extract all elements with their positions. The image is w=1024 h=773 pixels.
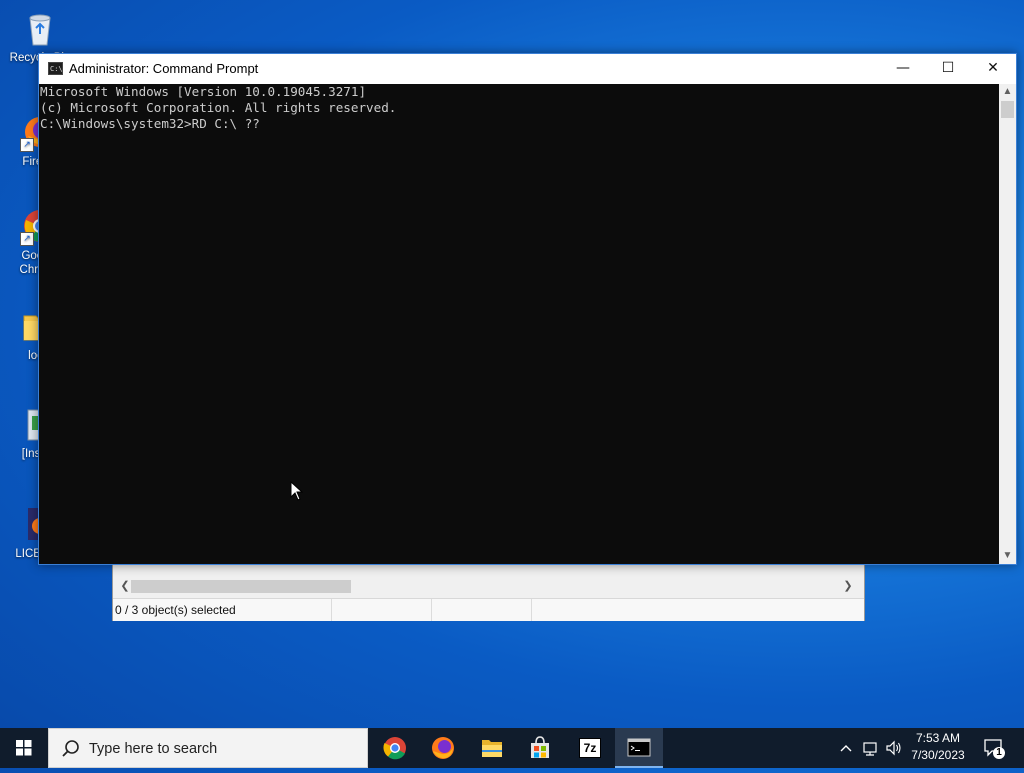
store-icon	[531, 736, 549, 758]
minimize-icon: —	[896, 60, 910, 76]
taskbar-firefox[interactable]	[419, 728, 467, 768]
maximize-button[interactable]: ☐	[925, 54, 971, 84]
network-icon[interactable]	[861, 738, 881, 758]
close-icon: ✕	[987, 60, 999, 76]
7zip-icon: 7z	[579, 738, 601, 758]
cmd-icon	[627, 738, 651, 757]
command-prompt-window[interactable]: C:\ Administrator: Command Prompt — ☐ ✕ …	[38, 53, 1017, 565]
7zip-label: 7z	[583, 741, 597, 755]
scroll-right-icon[interactable]: ❯	[840, 577, 856, 595]
taskbar-chrome[interactable]	[371, 728, 419, 768]
console-line: Microsoft Windows [Version 10.0.19045.32…	[40, 84, 367, 99]
show-hidden-icons-chevron-icon[interactable]	[836, 738, 856, 758]
scroll-up-icon[interactable]: ▲	[999, 84, 1016, 100]
start-button[interactable]	[0, 728, 48, 768]
status-cell	[432, 599, 532, 621]
scroll-down-icon[interactable]: ▼	[999, 548, 1016, 564]
selection-status-text: 0 / 3 object(s) selected	[115, 603, 236, 617]
console-prompt-line: C:\Windows\system32>RD C:\ ??	[40, 116, 260, 131]
vertical-scrollbar[interactable]: ▲ ▼	[999, 84, 1016, 564]
status-cell	[332, 599, 432, 621]
search-icon	[61, 739, 81, 759]
mouse-cursor-icon	[290, 480, 304, 501]
status-cell: 0 / 3 object(s) selected	[113, 599, 332, 621]
taskbar-microsoft-store[interactable]	[516, 728, 564, 768]
taskbar-clock[interactable]: 7:53 AM 7/30/2023	[898, 730, 978, 764]
taskbar-command-prompt[interactable]	[615, 728, 663, 768]
chrome-icon	[383, 737, 406, 760]
taskbar-7zip[interactable]: 7z	[566, 728, 614, 768]
taskbar: Type here to search 7z 7:53 AM 7/30/2023…	[0, 728, 1024, 768]
scrollbar-thumb[interactable]	[1001, 101, 1014, 118]
taskbar-search-box[interactable]: Type here to search	[48, 728, 368, 768]
console-output[interactable]: Microsoft Windows [Version 10.0.19045.32…	[39, 84, 999, 564]
cmd-app-icon[interactable]: C:\	[48, 62, 63, 75]
firefox-icon	[432, 737, 454, 759]
background-file-window: ❮ ❯ 0 / 3 object(s) selected	[112, 563, 865, 621]
window-title: Administrator: Command Prompt	[69, 61, 259, 76]
horizontal-scrollbar[interactable]: ❮ ❯	[117, 577, 862, 595]
window-titlebar[interactable]: C:\ Administrator: Command Prompt — ☐ ✕	[39, 54, 1016, 84]
windows-logo-icon	[16, 740, 32, 756]
folder-icon	[482, 740, 502, 757]
clock-date: 7/30/2023	[911, 748, 965, 762]
close-button[interactable]: ✕	[970, 54, 1016, 84]
minimize-button[interactable]: —	[880, 54, 926, 84]
console-line: (c) Microsoft Corporation. All rights re…	[40, 100, 397, 115]
scrollbar-thumb[interactable]	[131, 580, 351, 593]
search-placeholder: Type here to search	[89, 741, 218, 757]
status-bar: 0 / 3 object(s) selected	[113, 598, 864, 621]
clock-time: 7:53 AM	[915, 731, 961, 745]
action-center-button[interactable]: 1	[982, 736, 1006, 760]
recycle-bin-icon	[20, 8, 60, 48]
notification-count-badge: 1	[996, 747, 1002, 758]
taskbar-file-explorer[interactable]	[468, 728, 516, 768]
maximize-icon: ☐	[941, 60, 955, 76]
